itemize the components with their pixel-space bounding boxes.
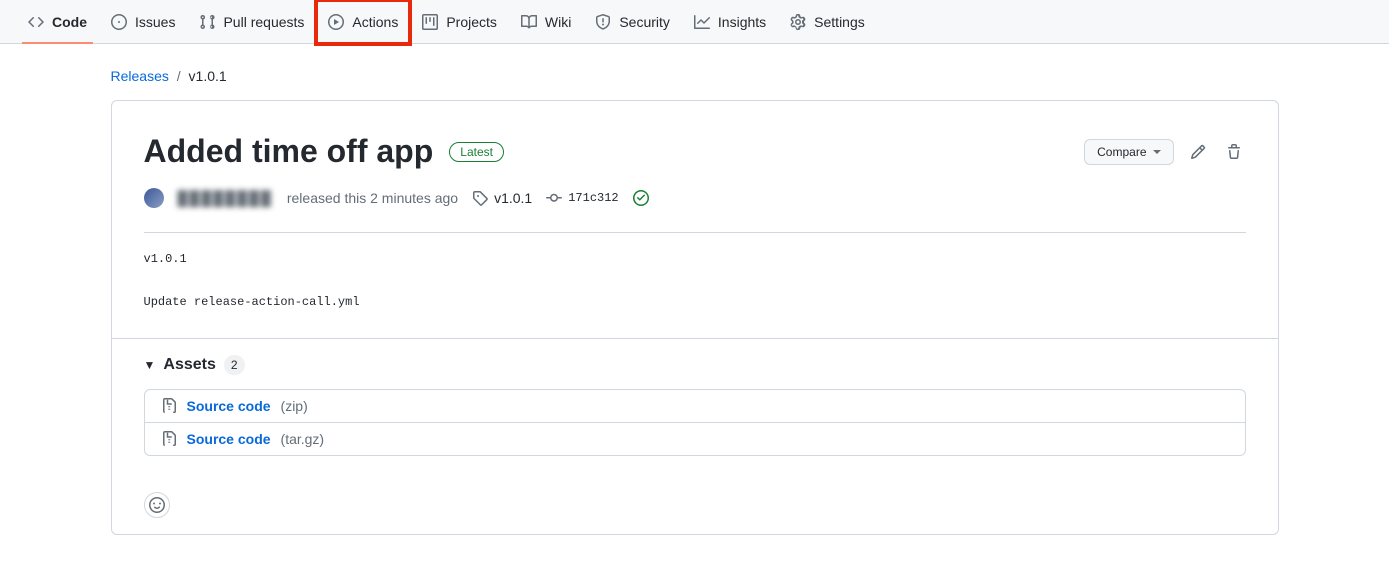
pencil-icon: [1190, 144, 1206, 160]
assets-list: Source code (zip) Source code (tar.gz): [144, 389, 1246, 456]
asset-ext: (tar.gz): [281, 431, 325, 447]
graph-icon: [694, 14, 710, 30]
nav-code[interactable]: Code: [16, 0, 99, 44]
repo-nav: Code Issues Pull requests Actions Projec…: [0, 0, 1389, 44]
nav-pulls-label: Pull requests: [223, 14, 304, 30]
play-circle-icon: [328, 14, 344, 30]
reactions-bar: [112, 480, 1278, 534]
nav-code-label: Code: [52, 14, 87, 30]
delete-button[interactable]: [1222, 140, 1246, 164]
nav-security-label: Security: [619, 14, 670, 30]
breadcrumb-releases-link[interactable]: Releases: [111, 68, 169, 84]
code-icon: [28, 14, 44, 30]
project-icon: [422, 14, 438, 30]
triangle-down-icon: ▼: [144, 358, 156, 372]
release-meta: ████████ released this 2 minutes ago v1.…: [144, 188, 1246, 208]
asset-link[interactable]: Source code: [187, 398, 271, 414]
commit-sha: 171c312: [568, 191, 618, 205]
nav-settings-label: Settings: [814, 14, 865, 30]
nav-projects-label: Projects: [446, 14, 497, 30]
checks-status[interactable]: [633, 190, 649, 206]
gear-icon: [790, 14, 806, 30]
tag-name: v1.0.1: [494, 190, 532, 206]
assets-header-label: Assets: [163, 356, 215, 374]
commit-link[interactable]: 171c312: [546, 190, 618, 206]
author-link[interactable]: ████████: [178, 190, 273, 206]
file-zip-icon: [161, 431, 177, 447]
release-box: Added time off app Latest Compare: [111, 100, 1279, 535]
latest-badge: Latest: [449, 142, 504, 162]
compare-button-label: Compare: [1097, 145, 1146, 159]
breadcrumb: Releases / v1.0.1: [111, 68, 1279, 84]
release-title: Added time off app: [144, 133, 434, 170]
assets-count: 2: [224, 355, 245, 375]
asset-row: Source code (tar.gz): [145, 422, 1245, 455]
pull-request-icon: [199, 14, 215, 30]
nav-actions-label: Actions: [352, 14, 398, 30]
shield-icon: [595, 14, 611, 30]
breadcrumb-sep: /: [177, 68, 181, 84]
tag-icon: [472, 190, 488, 206]
check-circle-icon: [633, 190, 649, 206]
breadcrumb-current: v1.0.1: [189, 68, 227, 84]
assets-section: ▼ Assets 2 Source code (zip) Source code…: [112, 338, 1278, 480]
smiley-icon: [149, 497, 165, 513]
caret-down-icon: [1153, 150, 1161, 154]
page-content: Releases / v1.0.1 Added time off app Lat…: [87, 44, 1303, 575]
nav-wiki-label: Wiki: [545, 14, 571, 30]
release-header: Added time off app Latest Compare: [112, 101, 1278, 232]
compare-button[interactable]: Compare: [1084, 139, 1173, 165]
nav-wiki[interactable]: Wiki: [509, 0, 583, 44]
issue-icon: [111, 14, 127, 30]
nav-projects[interactable]: Projects: [410, 0, 509, 44]
released-text: released this 2 minutes ago: [287, 190, 458, 206]
nav-insights[interactable]: Insights: [682, 0, 778, 44]
file-zip-icon: [161, 398, 177, 414]
asset-ext: (zip): [281, 398, 308, 414]
assets-toggle[interactable]: ▼ Assets 2: [144, 355, 1246, 375]
add-reaction-button[interactable]: [144, 492, 170, 518]
nav-actions[interactable]: Actions: [316, 0, 410, 44]
trash-icon: [1226, 144, 1242, 160]
release-body: v1.0.1 Update release-action-call.yml: [112, 233, 1278, 338]
asset-link[interactable]: Source code: [187, 431, 271, 447]
asset-row: Source code (zip): [145, 390, 1245, 422]
commit-icon: [546, 190, 562, 206]
edit-button[interactable]: [1186, 140, 1210, 164]
nav-issues-label: Issues: [135, 14, 175, 30]
book-icon: [521, 14, 537, 30]
nav-settings[interactable]: Settings: [778, 0, 877, 44]
nav-issues[interactable]: Issues: [99, 0, 187, 44]
avatar[interactable]: [144, 188, 164, 208]
tag-link[interactable]: v1.0.1: [472, 190, 532, 206]
nav-security[interactable]: Security: [583, 0, 682, 44]
nav-pulls[interactable]: Pull requests: [187, 0, 316, 44]
nav-insights-label: Insights: [718, 14, 766, 30]
